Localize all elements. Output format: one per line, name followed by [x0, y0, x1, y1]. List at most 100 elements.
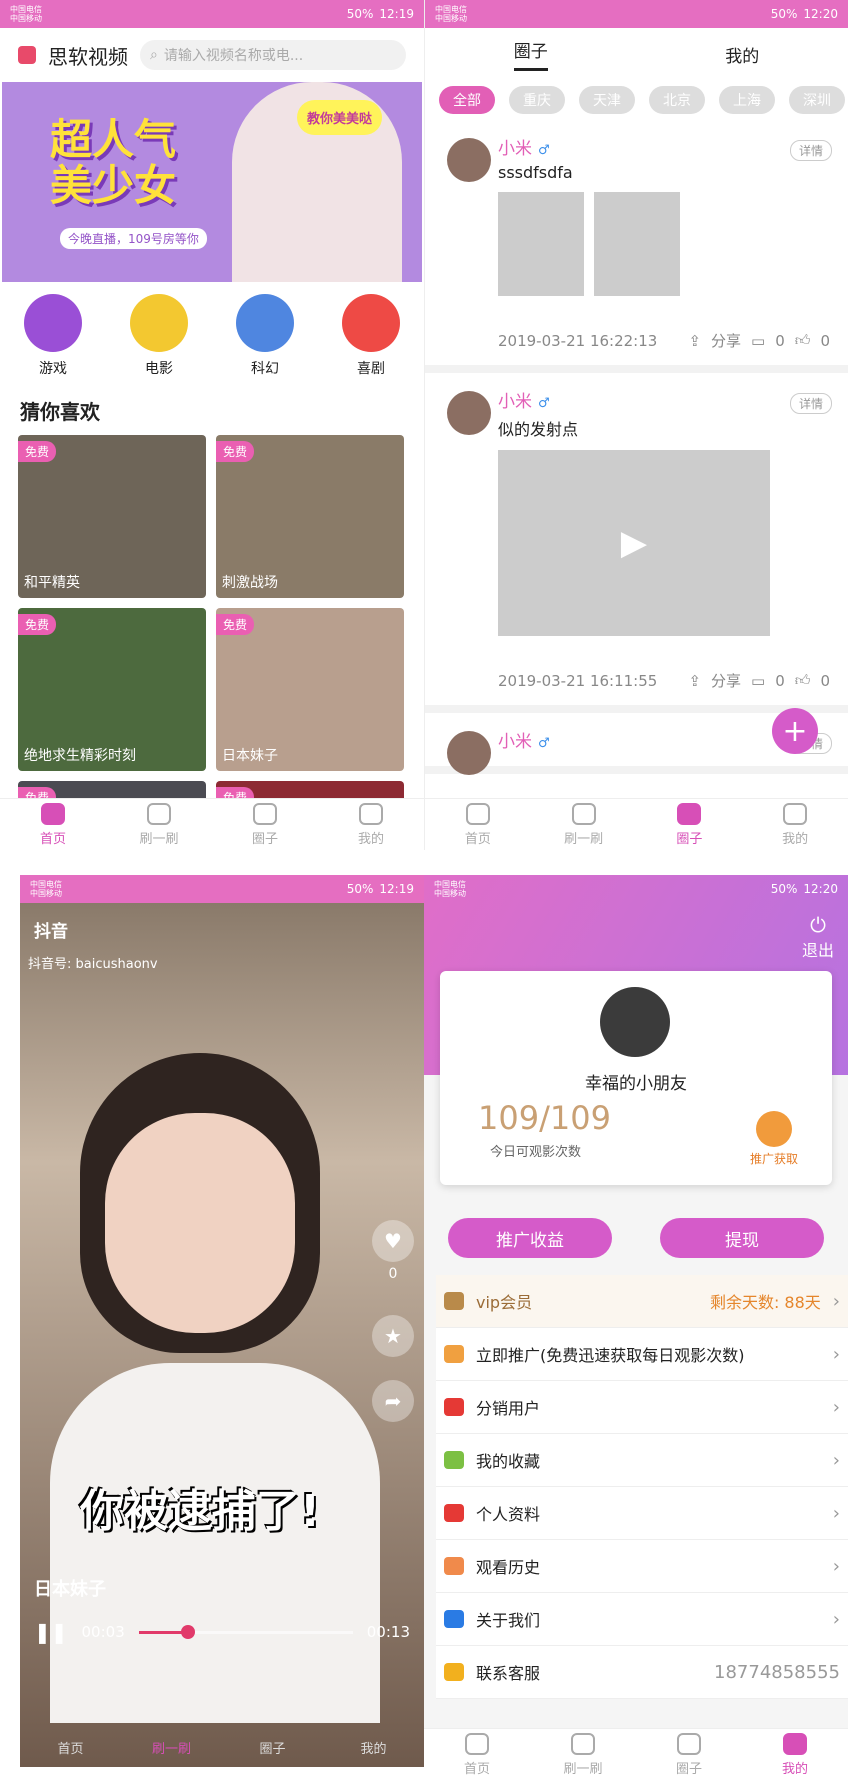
tab-item[interactable]: 我的	[318, 799, 424, 850]
city-chip[interactable]: 深圳	[789, 86, 845, 114]
status-right: 50% 12:19	[346, 7, 414, 21]
power-icon: ⏻	[810, 913, 826, 937]
post-image[interactable]	[594, 192, 680, 296]
tab-item[interactable]: 圈子	[222, 1738, 323, 1757]
city-chip[interactable]: 重庆	[509, 86, 565, 114]
favorite-control[interactable]: ★	[372, 1315, 414, 1357]
search-input[interactable]: ⌕ 请输入视频名称或电...	[140, 40, 406, 70]
video-card[interactable]: 免费 刺激战场	[216, 435, 404, 598]
menu-item[interactable]: 观看历史 ›	[436, 1540, 848, 1593]
tab-item[interactable]: 首页	[20, 1738, 121, 1757]
menu-item[interactable]: 关于我们 ›	[436, 1593, 848, 1646]
withdraw-button[interactable]: 提现	[660, 1218, 824, 1258]
tab-item[interactable]: 刷一刷	[121, 1738, 222, 1757]
post-header: 小米 ♂	[498, 387, 830, 412]
video-subtitle: 你被逮捕了!	[80, 1486, 321, 1537]
tab-item[interactable]: 首页	[425, 799, 531, 850]
avatar[interactable]	[447, 731, 491, 775]
tab-item[interactable]: 圈子	[637, 799, 743, 850]
city-chip[interactable]: 上海	[719, 86, 775, 114]
post-username[interactable]: 小米	[498, 139, 532, 159]
video-caption: 绝地求生精彩时刻	[24, 748, 136, 764]
post-video[interactable]: ▶	[498, 450, 770, 636]
menu-label: 个人资料	[476, 1505, 541, 1524]
category-item[interactable]: 游戏	[24, 294, 82, 378]
post-username[interactable]: 小米	[498, 392, 532, 412]
tab-icon	[783, 1732, 807, 1755]
menu-icon	[444, 1557, 464, 1575]
detail-button[interactable]: 详情	[789, 140, 832, 161]
star-icon[interactable]: ★	[372, 1315, 414, 1357]
logout-label: 退出	[801, 941, 834, 960]
tab-item[interactable]: 首页	[0, 799, 106, 850]
menu-item[interactable]: 联系客服 18774858555	[436, 1646, 848, 1699]
avatar[interactable]	[447, 138, 491, 182]
tab-icon	[253, 802, 277, 825]
pause-icon[interactable]: ❚❚	[34, 1620, 68, 1644]
menu-item[interactable]: 我的收藏 ›	[436, 1434, 848, 1487]
post-list: 详情 小米 ♂ sssdfsdfa 2019-03-21 16:22:13 ⇪ 分享 ▭ 0 👍︎…	[425, 120, 848, 775]
tab-item[interactable]: 刷一刷	[531, 799, 637, 850]
thumb-up-icon: 👍︎	[794, 331, 811, 349]
like-count[interactable]: 0	[820, 332, 830, 350]
tab-mine[interactable]: 我的	[725, 42, 759, 67]
video-card[interactable]: 免费 日本妹子	[216, 608, 404, 771]
tab-item[interactable]: 首页	[424, 1729, 530, 1780]
tab-item[interactable]: 刷一刷	[530, 1729, 636, 1780]
tab-item[interactable]: 圈子	[636, 1729, 742, 1780]
search-placeholder: 请输入视频名称或电...	[163, 48, 304, 64]
tab-circle[interactable]: 圈子	[513, 37, 548, 71]
income-button[interactable]: 推广收益	[448, 1218, 612, 1258]
banner-bubble: 教你美美哒	[296, 100, 382, 135]
post-text: 似的发射点	[498, 420, 579, 439]
add-post-button[interactable]: +	[772, 708, 818, 754]
vip-row[interactable]: vip会员 剩余天数: 88天 ›	[436, 1275, 848, 1328]
like-icon[interactable]: ♥	[372, 1220, 414, 1262]
like-count: 0	[388, 1266, 398, 1282]
free-badge: 免费	[18, 441, 57, 462]
post-username[interactable]: 小米	[498, 732, 532, 752]
male-icon: ♂	[538, 736, 550, 751]
avatar[interactable]	[447, 391, 491, 435]
banner[interactable]: 超人气美少女 今晚直播，109号房等你 教你美美哒	[2, 82, 422, 282]
tab-label: 刷一刷	[564, 831, 604, 847]
tab-bar: 首页 刷一刷 圈子 我的	[425, 798, 848, 850]
play-icon: ▶	[620, 523, 648, 563]
tab-item[interactable]: 刷一刷	[106, 799, 212, 850]
city-chip[interactable]: 北京	[649, 86, 705, 114]
category-item[interactable]: 电影	[130, 294, 188, 378]
like-control[interactable]: ♥ 0	[372, 1220, 414, 1282]
category-item[interactable]: 喜剧	[342, 294, 400, 378]
progress-knob[interactable]	[180, 1624, 195, 1639]
detail-button[interactable]: 详情	[789, 393, 832, 414]
male-icon: ♂	[538, 396, 550, 411]
like-count[interactable]: 0	[820, 672, 830, 690]
comment-count[interactable]: 0	[775, 672, 785, 690]
avatar[interactable]	[600, 987, 670, 1057]
city-chip[interactable]: 全部	[439, 86, 495, 114]
share-button[interactable]: 分享	[711, 330, 741, 351]
menu-item[interactable]: 个人资料 ›	[436, 1487, 848, 1540]
header: 思软视频 ⌕ 请输入视频名称或电...	[0, 28, 424, 82]
menu-item[interactable]: 立即推广(免费迅速获取每日观影次数) ›	[436, 1328, 848, 1381]
menu-item[interactable]: 分销用户 ›	[436, 1381, 848, 1434]
tab-item[interactable]: 我的	[742, 799, 848, 850]
share-control[interactable]: ➦	[372, 1380, 414, 1422]
video-card[interactable]: 免费 绝地求生精彩时刻	[18, 608, 206, 771]
tab-item[interactable]: 我的	[323, 1738, 424, 1757]
tab-item[interactable]: 我的	[742, 1729, 848, 1780]
post-text: sssdfsdfa	[498, 163, 573, 182]
category-item[interactable]: 科幻	[236, 294, 294, 378]
post-image[interactable]	[498, 192, 584, 296]
promo-get-button[interactable]: 推广获取	[750, 1111, 798, 1167]
progress-bar[interactable]	[138, 1624, 353, 1639]
city-chip[interactable]: 天津	[579, 86, 635, 114]
share-button[interactable]: 分享	[711, 670, 741, 691]
video-card[interactable]: 免费 和平精英	[18, 435, 206, 598]
free-badge: 免费	[216, 614, 255, 635]
share-icon[interactable]: ➦	[372, 1380, 414, 1422]
tab-item[interactable]: 圈子	[212, 799, 318, 850]
comment-count[interactable]: 0	[775, 332, 785, 350]
video-title: 日本妹子	[34, 1579, 106, 1600]
logout-button[interactable]: ⏻ 退出	[802, 913, 834, 961]
